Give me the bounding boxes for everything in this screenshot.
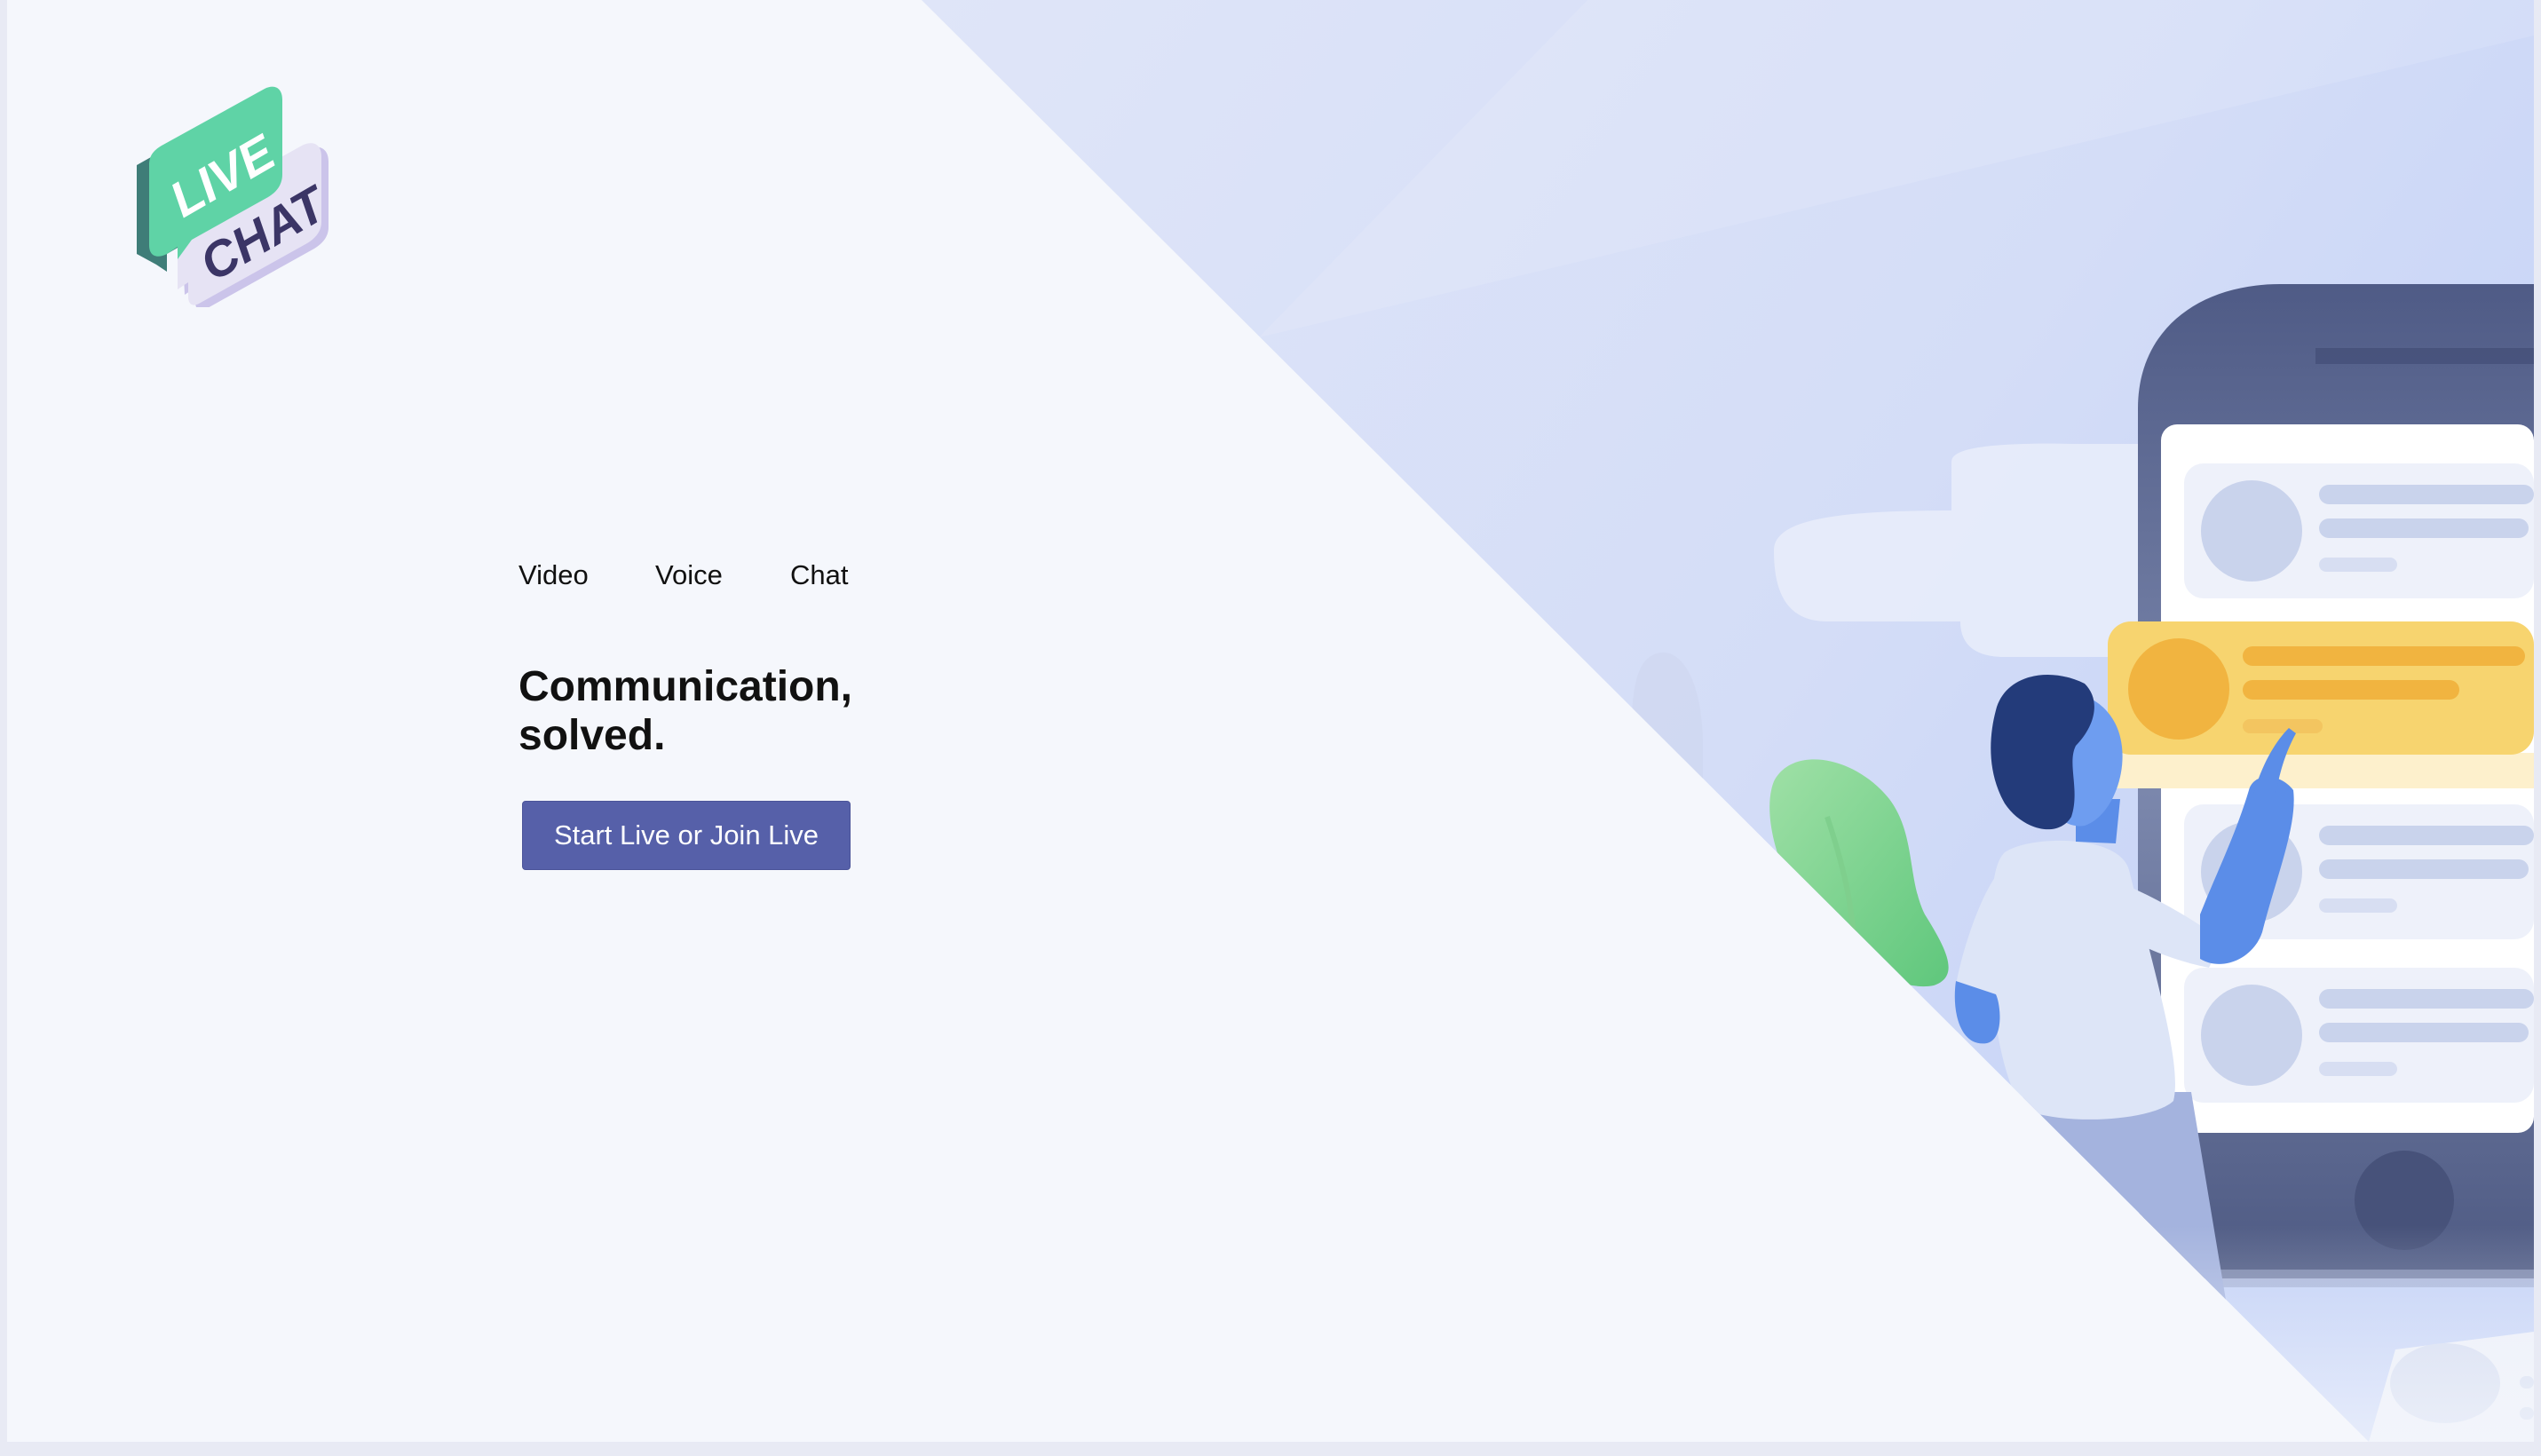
nav-item-voice[interactable]: Voice <box>655 559 790 591</box>
landing-page: LIVE CHAT Video Voice Chat Communication… <box>7 0 2534 1442</box>
hero-illustration <box>895 0 2534 1442</box>
feature-nav: Video Voice Chat <box>518 559 909 591</box>
nav-item-video[interactable]: Video <box>518 559 655 591</box>
hero-section: Video Voice Chat Communication, solved. … <box>518 559 909 870</box>
nav-item-chat[interactable]: Chat <box>790 559 848 591</box>
headline-line-1: Communication, <box>518 663 853 710</box>
headline-line-2: solved. <box>518 712 666 759</box>
start-or-join-live-button[interactable]: Start Live or Join Live <box>522 801 851 870</box>
page-title: Communication, solved. <box>518 662 909 760</box>
live-chat-logo-icon[interactable]: LIVE CHAT <box>131 85 336 307</box>
